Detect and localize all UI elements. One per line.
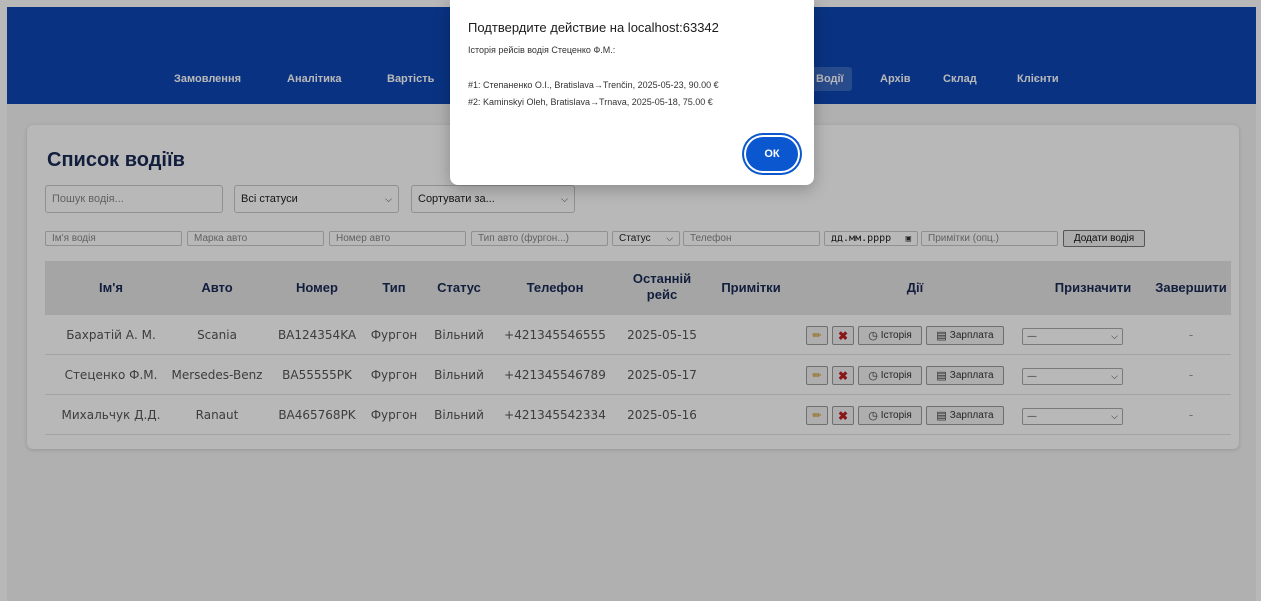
dialog-line: #2: Kaminskyi Oleh, Bratislava→Trnava, 2…	[468, 97, 713, 107]
confirm-dialog: Подтвердите действие на localhost:63342 …	[450, 0, 814, 185]
dialog-line: #1: Степаненко О.І., Bratislava→Trenčin,…	[468, 80, 719, 90]
dialog-title: Подтвердите действие на localhost:63342	[468, 20, 719, 35]
ok-button[interactable]: ОК	[746, 137, 798, 171]
dialog-subtitle: Історія рейсів водія Стеценко Ф.М.:	[468, 45, 616, 55]
